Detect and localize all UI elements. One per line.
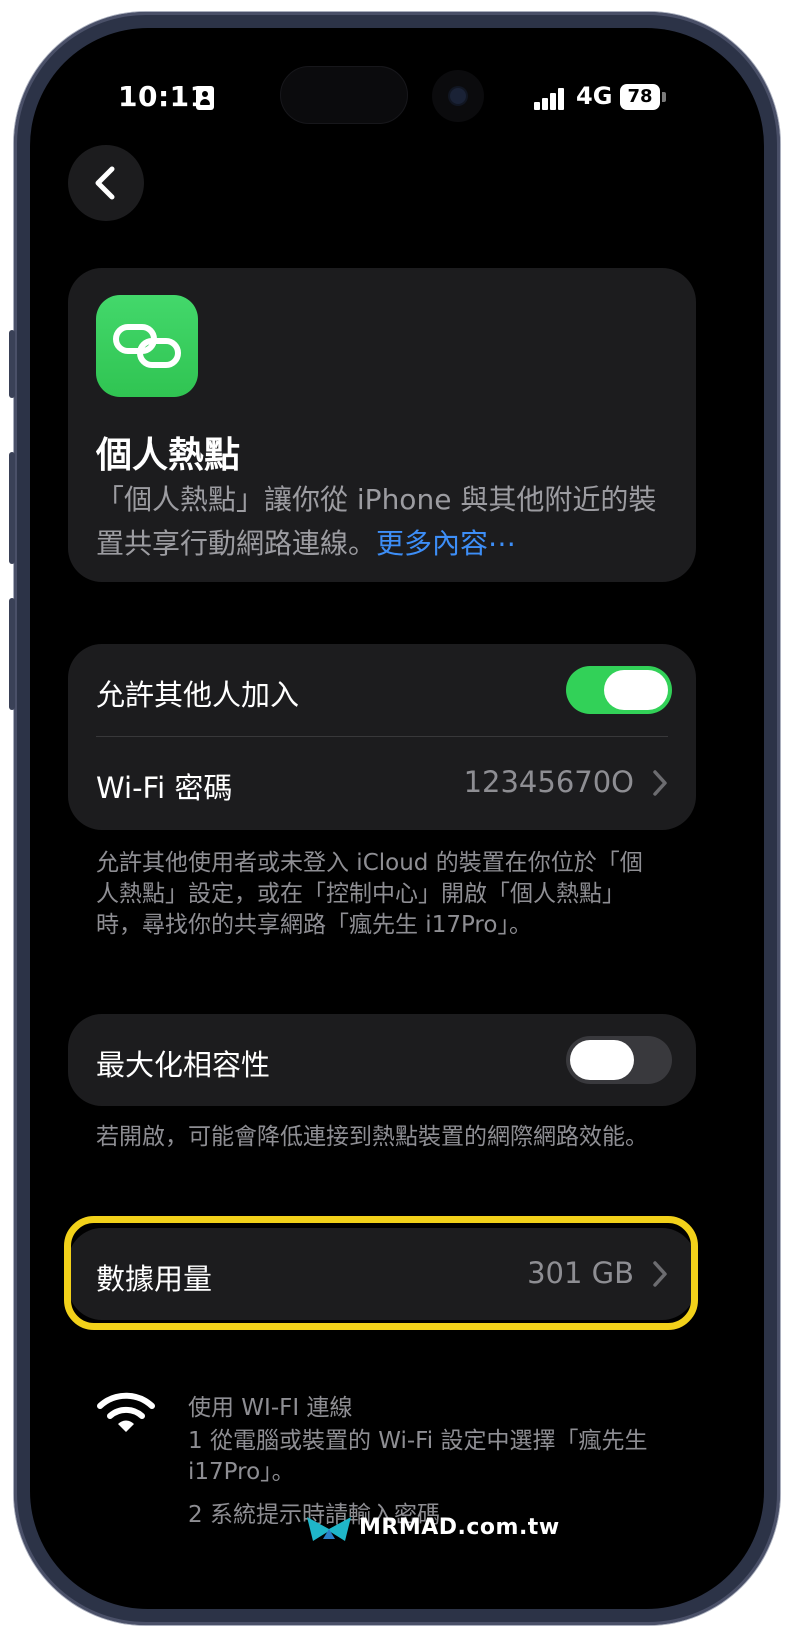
allow-others-footnote: 允許其他使用者或未登入 iCloud 的裝置在你位於「個人熱點」設定，或在「控制… <box>96 850 643 938</box>
network-type: 4G <box>576 82 613 110</box>
front-camera <box>432 70 484 122</box>
chevron-left-icon <box>95 166 115 200</box>
highlight-annotation <box>64 1216 698 1330</box>
allow-others-toggle[interactable] <box>566 666 672 714</box>
mrmad-logo-icon <box>307 1517 351 1541</box>
battery-tip <box>662 92 666 102</box>
compatibility-card: 最大化相容性 <box>68 1014 696 1106</box>
hotspot-settings-card: 允許其他人加入 Wi-Fi 密碼 12345670O <box>68 644 696 830</box>
page-title: 個人熱點 <box>96 435 241 476</box>
hotspot-info-card: 個人熱點 「個人熱點」讓你從 iPhone 與其他附近的裝置共享行動網路連線。更… <box>68 268 696 582</box>
toggle-knob <box>570 1040 634 1080</box>
focus-id-icon <box>196 86 214 110</box>
wifi-password-value: 12345670O <box>463 765 634 799</box>
link-chain-icon <box>113 324 181 368</box>
toggle-knob <box>604 670 668 710</box>
wifi-password-row[interactable]: Wi-Fi 密碼 12345670O <box>68 737 696 829</box>
cellular-signal-icon <box>534 88 566 110</box>
compat-footnote: 若開啟，可能會降低連接到熱點裝置的網際網路效能。 <box>96 1124 648 1150</box>
volume-down-button <box>9 598 15 710</box>
action-button <box>9 330 15 398</box>
back-button[interactable] <box>68 145 144 221</box>
wifi-help-title: 使用 WI-FI 連線 <box>188 1395 353 1421</box>
maximize-compat-row: 最大化相容性 <box>68 1014 696 1106</box>
wifi-password-label: Wi-Fi 密碼 <box>96 771 233 805</box>
screen: 10:11 4G 78 個人熱點 「個人熱點」讓你從 iPhone 與其他附近的… <box>30 28 764 1609</box>
personal-hotspot-app-icon <box>96 295 198 397</box>
dynamic-island <box>280 66 408 124</box>
allow-others-label: 允許其他人加入 <box>96 678 300 712</box>
allow-others-row: 允許其他人加入 <box>68 644 696 737</box>
watermark-text: MRMAD.com.tw <box>359 1515 560 1540</box>
wifi-help-step-1: 1 從電腦或裝置的 Wi-Fi 設定中選擇「瘋先生 i17Pro」。 <box>188 1428 648 1485</box>
battery-icon: 78 <box>620 84 660 110</box>
volume-up-button <box>9 452 15 564</box>
chevron-right-icon <box>653 770 667 796</box>
hotspot-description: 「個人熱點」讓你從 iPhone 與其他附近的裝置共享行動網路連線。更多內容⋯ <box>96 478 676 566</box>
maximize-compat-toggle[interactable] <box>566 1036 672 1084</box>
more-info-link[interactable]: 更多內容⋯ <box>376 527 516 560</box>
wifi-icon <box>97 1392 155 1432</box>
maximize-compat-label: 最大化相容性 <box>96 1048 271 1082</box>
